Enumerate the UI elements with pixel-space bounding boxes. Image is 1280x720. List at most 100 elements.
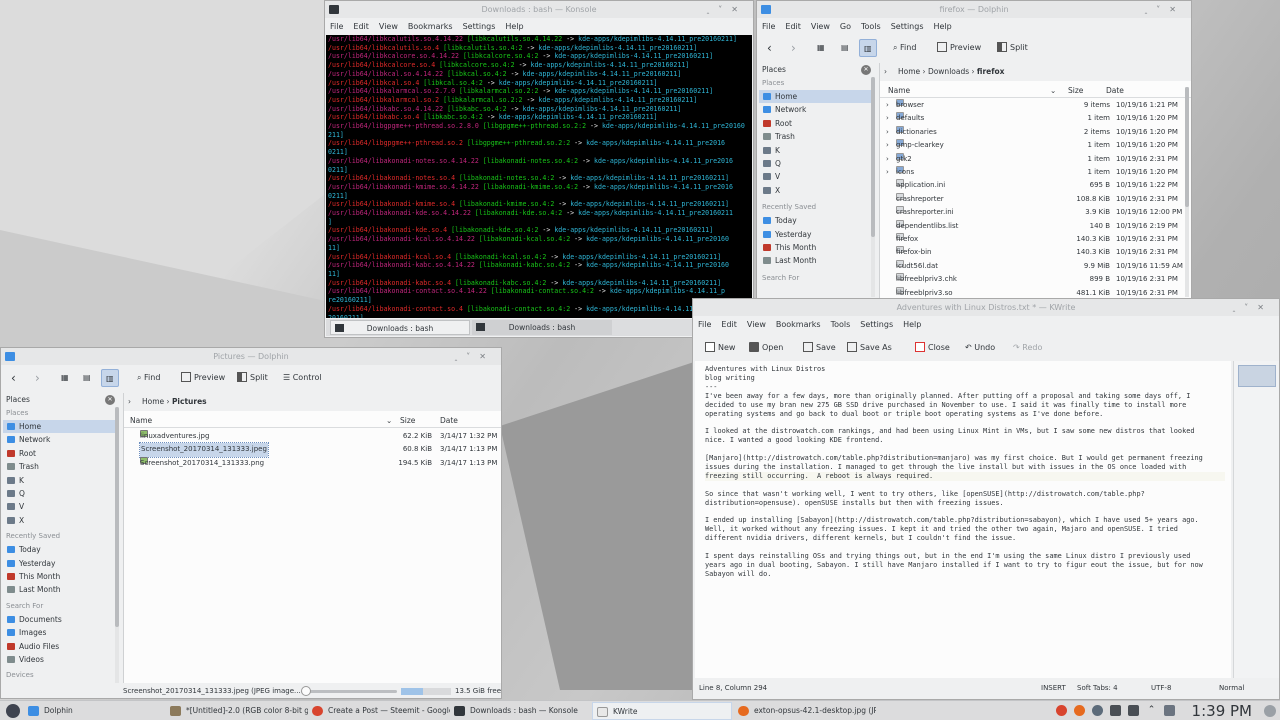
places-item-k[interactable]: K (759, 144, 875, 157)
tray-expand-icon[interactable]: ⌃ (1146, 705, 1157, 716)
menu-tools[interactable]: Tools (856, 18, 886, 35)
menu-edit[interactable]: Edit (780, 18, 806, 35)
text-editor[interactable]: Adventures with Linux Distros blog writin… (695, 361, 1231, 678)
network-icon[interactable] (1128, 705, 1139, 716)
places-item-images[interactable]: Images (3, 626, 119, 639)
icons-view-icon[interactable]: ▦ (813, 39, 829, 57)
file-view-scrollbar[interactable] (1185, 87, 1189, 297)
highlighting-mode[interactable]: Normal (1219, 680, 1244, 697)
volume-icon[interactable] (1110, 705, 1121, 716)
file-row[interactable]: › dictionaries 2 items 10/19/16 1:20 PM (880, 125, 1191, 139)
places-item-v[interactable]: V (759, 170, 875, 183)
terminal-output[interactable]: /usr/lib64/libkcalutils.so.4.14.22 [libk… (326, 35, 752, 318)
places-scrollbar[interactable] (115, 407, 119, 697)
details-view-icon[interactable]: ▥ (101, 369, 119, 387)
crumb-home[interactable]: Home (142, 397, 164, 406)
close-button[interactable]: Close (911, 339, 954, 357)
menu-file[interactable]: File (757, 18, 780, 35)
menu-settings[interactable]: Settings (855, 316, 898, 333)
compact-view-icon[interactable]: ▤ (79, 369, 95, 387)
menu-edit[interactable]: Edit (348, 18, 374, 35)
minimap[interactable] (1233, 361, 1279, 678)
encoding[interactable]: UTF-8 (1151, 680, 1171, 697)
menu-view[interactable]: View (374, 18, 403, 35)
new-button[interactable]: New (701, 339, 739, 357)
file-row[interactable]: dependentlibs.list 140 B 10/19/16 2:19 PM (880, 219, 1191, 233)
column-size[interactable]: Size (1068, 83, 1083, 98)
konsole-titlebar[interactable]: Downloads : bash — Konsole ‸˅✕ (325, 1, 753, 18)
kwrite-titlebar[interactable]: Adventures with Linux Distros.txt * — KW… (693, 299, 1279, 316)
expand-arrow-icon[interactable]: › (886, 126, 889, 139)
file-row[interactable]: firefox-bin 140.3 KiB 10/19/16 2:31 PM (880, 246, 1191, 259)
menu-file[interactable]: File (325, 18, 348, 35)
tab-bash-1[interactable]: Downloads : bash (330, 320, 470, 335)
menu-file[interactable]: File (693, 316, 716, 333)
places-item-audio-files[interactable]: Audio Files (3, 640, 119, 653)
window-controls-icon[interactable]: ‸˅✕ (1233, 299, 1273, 316)
konsole-window[interactable]: Downloads : bash — Konsole ‸˅✕ File Edit V… (324, 0, 754, 338)
clock[interactable]: 1:39 PM (1192, 701, 1252, 720)
places-item-q[interactable]: Q (3, 487, 119, 500)
close-panel-icon[interactable]: ✕ (105, 395, 115, 405)
menu-help[interactable]: Help (898, 316, 926, 333)
split-button[interactable]: Split (993, 39, 1032, 57)
file-row[interactable]: crashreporter 108.8 KiB 10/19/16 2:31 PM (880, 192, 1191, 206)
places-item-trash[interactable]: Trash (3, 460, 119, 473)
column-size[interactable]: Size (400, 413, 415, 428)
file-row[interactable]: › icons 1 item 10/19/16 1:20 PM (880, 166, 1191, 179)
redo-button[interactable]: ↷ Redo (1009, 339, 1046, 357)
places-item-yesterday[interactable]: Yesterday (759, 228, 875, 241)
breadcrumb-arrow-icon[interactable]: › (884, 63, 887, 81)
file-view[interactable]: › Home › Pictures Name ⌄ Size Date linux… (123, 393, 501, 683)
file-row[interactable]: application.ini 695 B 10/19/16 1:22 PM (880, 179, 1191, 192)
find-button[interactable]: ⌕ Find (889, 39, 920, 57)
task-dolphin[interactable]: Dolphin (24, 702, 164, 720)
menu-help[interactable]: Help (929, 18, 957, 35)
icons-view-icon[interactable]: ▦ (57, 369, 73, 387)
close-panel-icon[interactable]: ✕ (861, 65, 871, 75)
file-row[interactable]: › gtk2 1 item 10/19/16 2:31 PM (880, 152, 1191, 166)
compact-view-icon[interactable]: ▤ (837, 39, 853, 57)
places-item-last-month[interactable]: Last Month (759, 254, 875, 267)
places-item-q[interactable]: Q (759, 157, 875, 170)
file-row[interactable]: › browser 9 items 10/19/16 1:21 PM (880, 99, 1191, 112)
find-button[interactable]: ⌕ Find (133, 369, 164, 387)
application-launcher-icon[interactable] (6, 704, 20, 718)
details-view-icon[interactable]: ▥ (859, 39, 877, 57)
places-item-x[interactable]: X (759, 184, 875, 197)
places-item-network[interactable]: Network (3, 433, 119, 446)
panel-toolbox-icon[interactable] (1264, 705, 1276, 717)
notifications-icon[interactable] (1092, 705, 1103, 716)
menu-tools[interactable]: Tools (826, 316, 856, 333)
places-item-this-month[interactable]: This Month (3, 570, 119, 583)
places-item-last-month[interactable]: Last Month (3, 583, 119, 596)
file-row[interactable]: libfreeblpriv3.chk 899 B 10/19/16 2:31 PM (880, 273, 1191, 286)
firefox-tray-icon[interactable] (1074, 705, 1085, 716)
file-row[interactable]: Screenshot_20170314_131333.png 194.5 KiB 3… (124, 456, 501, 470)
breadcrumb-arrow-icon[interactable]: › (128, 393, 131, 411)
file-row[interactable]: linuxadventures.jpg 62.2 KiB 3/14/17 1:32 … (124, 430, 501, 443)
crumb-pictures[interactable]: Pictures (172, 397, 207, 406)
task-konsole[interactable]: Downloads : bash — Konsole (450, 702, 590, 720)
chrome-tray-icon[interactable] (1056, 705, 1067, 716)
undo-button[interactable]: ↶ Undo (961, 339, 999, 357)
file-row[interactable]: crashreporter.ini 3.9 KiB 10/19/16 12:00 P… (880, 206, 1191, 219)
file-row[interactable]: icudt56l.dat 9.9 MiB 10/19/16 11:59 AM (880, 259, 1191, 273)
places-item-root[interactable]: Root (3, 447, 119, 460)
menu-settings[interactable]: Settings (458, 18, 501, 35)
menu-edit[interactable]: Edit (716, 316, 742, 333)
column-date[interactable]: Date (440, 413, 458, 428)
column-date[interactable]: Date (1106, 83, 1124, 98)
dolphin-pictures-window[interactable]: Pictures — Dolphin ‸˅✕ ‹ › ▦ ▤ ▥ ⌕ Find … (0, 347, 502, 699)
places-item-network[interactable]: Network (759, 103, 875, 116)
forward-icon[interactable]: › (31, 369, 44, 387)
places-scrollbar[interactable] (871, 77, 875, 297)
dolphin-titlebar[interactable]: firefox — Dolphin ‸˅✕ (757, 1, 1191, 18)
window-controls-icon[interactable]: ‸˅✕ (455, 348, 495, 365)
tab-bash-2[interactable]: Downloads : bash (472, 320, 612, 335)
places-item-videos[interactable]: Videos (3, 653, 119, 666)
places-item-x[interactable]: X (3, 514, 119, 527)
file-view[interactable]: › Home › Downloads › firefox Name ⌄ Size… (879, 63, 1191, 299)
places-item-home[interactable]: Home (759, 90, 875, 104)
clipboard-icon[interactable] (1164, 705, 1175, 716)
